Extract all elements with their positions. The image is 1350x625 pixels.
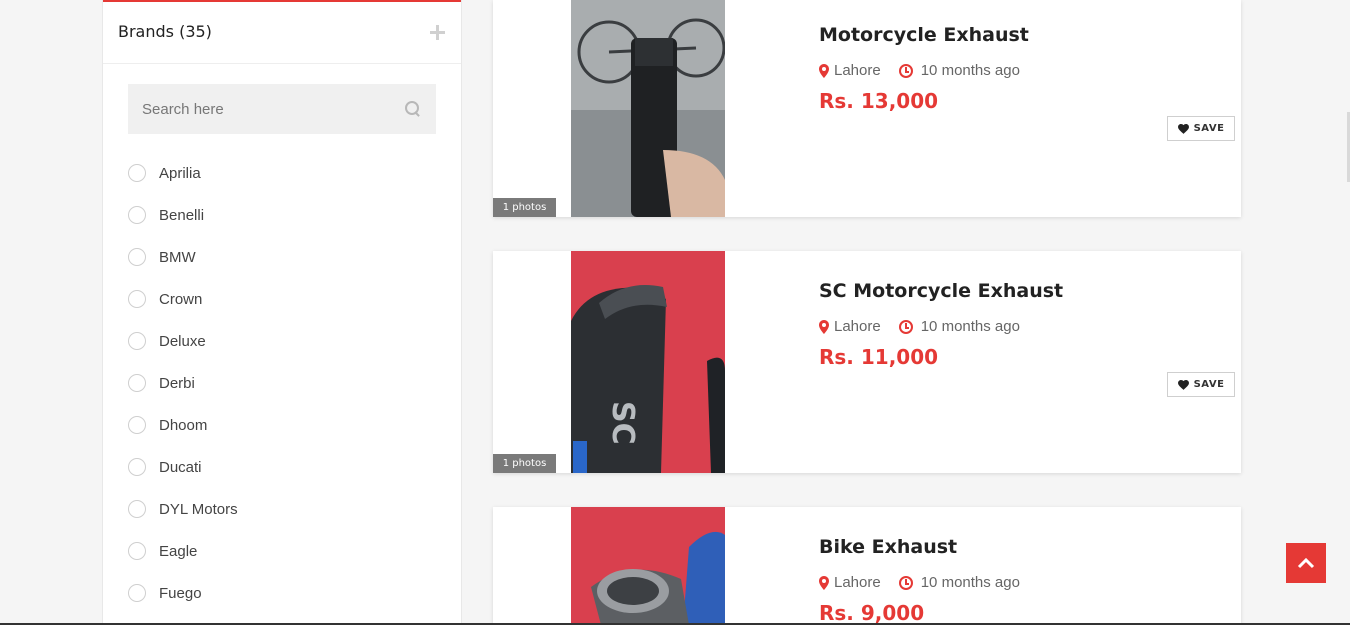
brand-label: Aprilia: [159, 164, 201, 182]
brand-search-input[interactable]: [142, 100, 404, 118]
plus-icon[interactable]: [429, 24, 445, 40]
listing-title[interactable]: SC Motorcycle Exhaust: [819, 280, 1063, 302]
radio-button[interactable]: [128, 206, 146, 224]
brand-label: Deluxe: [159, 332, 206, 350]
listing-card[interactable]: SC 1 photos SC Motorcycle Exhaust Lahore…: [493, 251, 1241, 473]
listing-photo[interactable]: [571, 0, 725, 217]
radio-button[interactable]: [128, 542, 146, 560]
map-pin-icon: [819, 319, 829, 334]
listing-location: Lahore: [834, 62, 881, 79]
brand-search-box: [128, 84, 436, 134]
brand-label: Dhoom: [159, 416, 208, 434]
radio-button[interactable]: [128, 164, 146, 182]
radio-button[interactable]: [128, 500, 146, 518]
listing-card[interactable]: 1 photos Motorcycle Exhaust Lahore 10 mo…: [493, 0, 1241, 217]
brand-label: Derbi: [159, 374, 195, 392]
chevron-up-icon: [1297, 557, 1315, 569]
listing-title[interactable]: Motorcycle Exhaust: [819, 24, 1029, 46]
brand-option-ducati[interactable]: Ducati: [128, 446, 238, 488]
save-label: SAVE: [1193, 123, 1225, 134]
radio-button[interactable]: [128, 416, 146, 434]
listing-price: Rs. 9,000: [819, 601, 925, 625]
radio-button[interactable]: [128, 290, 146, 308]
brand-list: Aprilia Benelli BMW Crown Deluxe Derbi D…: [128, 152, 238, 614]
photos-count-badge: 1 photos: [493, 198, 556, 217]
brand-label: Ducati: [159, 458, 202, 476]
clock-icon: [898, 63, 913, 78]
brand-label: Benelli: [159, 206, 205, 224]
listing-location: Lahore: [834, 318, 881, 335]
radio-button[interactable]: [128, 332, 146, 350]
brand-label: DYL Motors: [159, 500, 238, 518]
listing-meta: Lahore 10 months ago: [819, 574, 1020, 591]
brand-option-eagle[interactable]: Eagle: [128, 530, 238, 572]
brand-option-bmw[interactable]: BMW: [128, 236, 238, 278]
brand-option-derbi[interactable]: Derbi: [128, 362, 238, 404]
listing-meta: Lahore 10 months ago: [819, 318, 1020, 335]
brand-option-benelli[interactable]: Benelli: [128, 194, 238, 236]
listing-photo-area[interactable]: SC 1 photos: [493, 251, 725, 473]
brand-option-fuego[interactable]: Fuego: [128, 572, 238, 614]
listing-photo-area[interactable]: [493, 507, 725, 625]
radio-button[interactable]: [128, 248, 146, 266]
radio-button[interactable]: [128, 458, 146, 476]
listing-card[interactable]: Bike Exhaust Lahore 10 months ago Rs. 9,…: [493, 507, 1241, 625]
scroll-to-top-button[interactable]: [1286, 543, 1326, 583]
accent-line: [103, 0, 461, 2]
listing-time: 10 months ago: [920, 574, 1020, 591]
save-button[interactable]: SAVE: [1167, 116, 1235, 141]
radio-button[interactable]: [128, 584, 146, 602]
listing-price: Rs. 11,000: [819, 345, 939, 369]
listing-photo[interactable]: [571, 507, 725, 625]
clock-icon: [898, 575, 913, 590]
listing-location: Lahore: [834, 574, 881, 591]
brand-option-deluxe[interactable]: Deluxe: [128, 320, 238, 362]
listing-time: 10 months ago: [920, 318, 1020, 335]
brand-option-dyl-motors[interactable]: DYL Motors: [128, 488, 238, 530]
listing-title[interactable]: Bike Exhaust: [819, 536, 957, 558]
clock-icon: [898, 319, 913, 334]
listing-photo[interactable]: SC: [571, 251, 725, 473]
brand-label: BMW: [159, 248, 196, 266]
heart-icon: [1177, 379, 1189, 390]
brand-option-dhoom[interactable]: Dhoom: [128, 404, 238, 446]
listing-price: Rs. 13,000: [819, 89, 939, 113]
listing-meta: Lahore 10 months ago: [819, 62, 1020, 79]
brands-filter-panel: Brands (35) Aprilia Benelli BMW Crown De…: [102, 0, 462, 625]
save-label: SAVE: [1193, 379, 1225, 390]
brand-option-aprilia[interactable]: Aprilia: [128, 152, 238, 194]
brands-filter-header[interactable]: Brands (35): [103, 0, 461, 64]
brands-filter-title: Brands (35): [118, 22, 212, 41]
brand-option-crown[interactable]: Crown: [128, 278, 238, 320]
search-icon[interactable]: [404, 100, 422, 118]
svg-text:SC: SC: [605, 401, 640, 445]
listing-time: 10 months ago: [920, 62, 1020, 79]
photos-count-badge: 1 photos: [493, 454, 556, 473]
listing-photo-area[interactable]: 1 photos: [493, 0, 725, 217]
map-pin-icon: [819, 575, 829, 590]
heart-icon: [1177, 123, 1189, 134]
brand-label: Crown: [159, 290, 203, 308]
brand-label: Fuego: [159, 584, 202, 602]
radio-button[interactable]: [128, 374, 146, 392]
map-pin-icon: [819, 63, 829, 78]
brand-label: Eagle: [159, 542, 198, 560]
save-button[interactable]: SAVE: [1167, 372, 1235, 397]
